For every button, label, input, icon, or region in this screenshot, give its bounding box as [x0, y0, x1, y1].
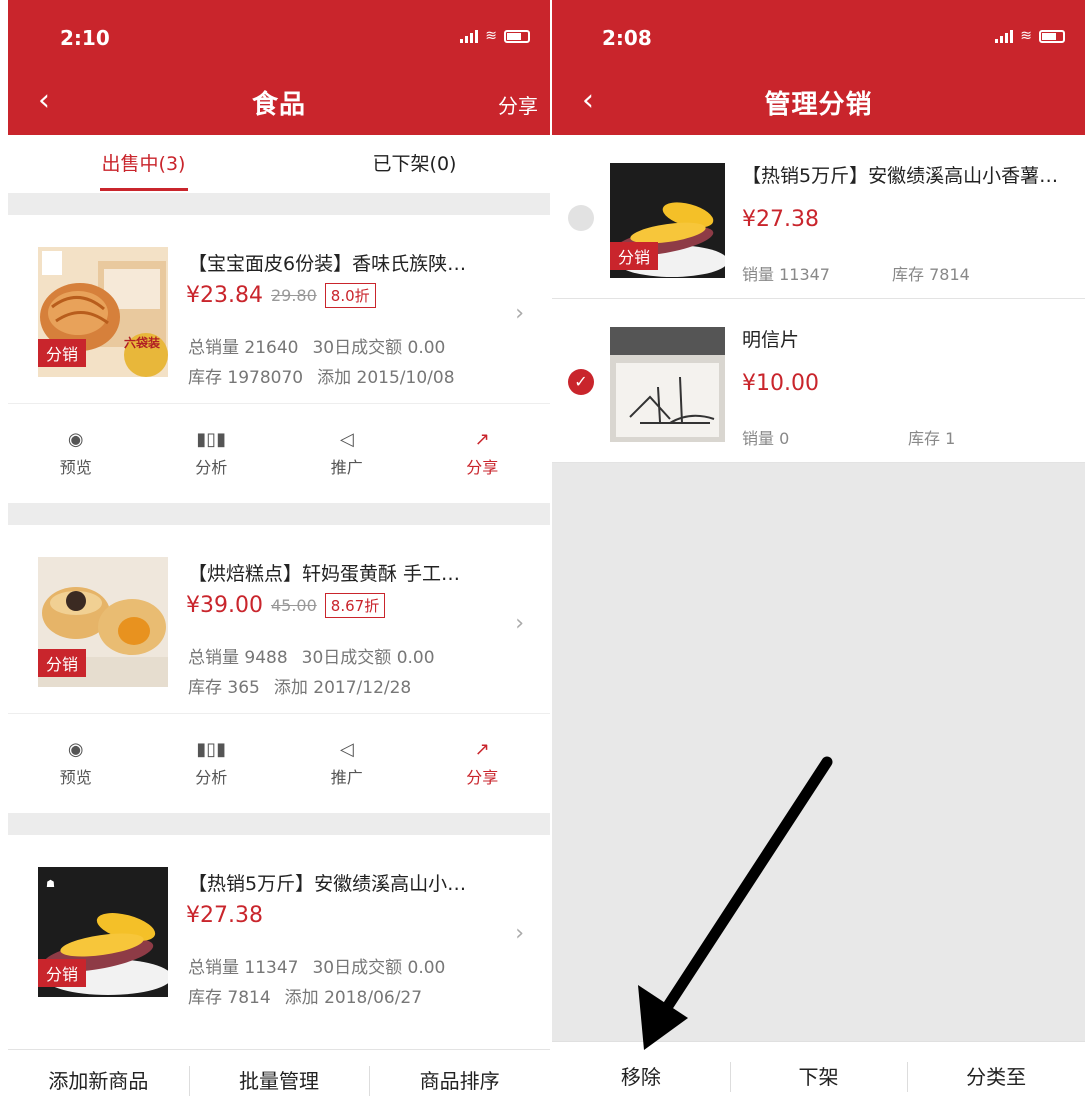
sales-line: 总销量 9488 30日成交额 0.00	[188, 643, 449, 668]
status-time: 2:10	[60, 26, 110, 50]
sales-line: 总销量 11347 30日成交额 0.00	[188, 953, 459, 978]
product-title: 【烘焙糕点】轩妈蛋黄酥 手工…	[188, 563, 461, 585]
monthly-volume: 30日成交额 0.00	[312, 958, 446, 978]
divider	[8, 193, 550, 215]
share-icon: ↗	[474, 429, 490, 450]
product-card[interactable]: 分销 【烘焙糕点】轩妈蛋黄酥 手工… ¥39.00 45.00 8.67折 总销…	[8, 525, 550, 813]
share-action-button[interactable]: ↗ 分享	[415, 714, 551, 813]
discount-badge: 8.67折	[324, 593, 386, 618]
preview-button[interactable]: ◉ 预览	[8, 404, 144, 503]
monthly-volume: 30日成交额 0.00	[301, 648, 435, 668]
chevron-right-icon[interactable]: ›	[515, 921, 524, 946]
product-price: ¥27.38	[186, 903, 263, 928]
product-thumbnail: 分销	[38, 557, 168, 687]
thumb-badge: 六袋装	[123, 336, 160, 350]
nav-header: 2:10 ≋ ‹ 食品 分享	[8, 0, 550, 135]
bar-chart-icon: ▮▯▮	[196, 429, 227, 450]
analysis-button[interactable]: ▮▯▮ 分析	[144, 714, 280, 813]
original-price: 29.80	[270, 286, 317, 305]
added-date: 添加 2015/10/08	[317, 368, 455, 388]
original-price: 45.00	[270, 596, 317, 615]
bottom-toolbar: 添加新商品 批量管理 商品排序	[8, 1049, 550, 1111]
stock: 库存 1978070	[188, 368, 304, 388]
action-bar: ◉ 预览 ▮▯▮ 分析 ◁ 推广 ↗ 分享	[8, 403, 550, 503]
monthly-volume: 30日成交额 0.00	[312, 338, 446, 358]
megaphone-icon: ◁	[339, 429, 354, 450]
action-bar: ◉ 预览 ▮▯▮ 分析 ◁ 推广 ↗ 分享	[8, 713, 550, 813]
divider	[8, 503, 550, 525]
product-thumbnail: 六袋装 分销	[38, 247, 168, 377]
discount-badge: 8.0折	[324, 283, 376, 308]
analysis-button[interactable]: ▮▯▮ 分析	[144, 404, 280, 503]
share-button[interactable]: 分享	[498, 90, 538, 119]
product-price: ¥39.00	[186, 593, 263, 618]
batch-manage-button[interactable]: 批量管理	[188, 1050, 370, 1111]
product-thumbnail: ☗ 分销	[38, 867, 168, 997]
chevron-right-icon[interactable]: ›	[515, 611, 524, 636]
status-tabs: 出售中(3) 已下架(0)	[8, 135, 550, 193]
add-product-button[interactable]: 添加新商品	[8, 1050, 189, 1111]
sort-products-button[interactable]: 商品排序	[369, 1050, 550, 1111]
price-row: ¥23.84 29.80 8.0折	[186, 283, 376, 308]
product-card[interactable]: ☗ 分销 【热销5万斤】安徽绩溪高山小… ¥27.38 总销量 11347 30日…	[8, 835, 550, 1049]
battery-icon	[504, 29, 530, 43]
distribution-tag: 分销	[38, 339, 87, 367]
sales-line: 总销量 21640 30日成交额 0.00	[188, 333, 459, 358]
product-card[interactable]: 六袋装 分销 【宝宝面皮6份装】香味氏族陕… ¥23.84 29.80 8.0折…	[8, 215, 550, 503]
added-date: 添加 2018/06/27	[284, 988, 423, 1008]
added-date: 添加 2017/12/28	[273, 678, 412, 698]
stock: 库存 365	[188, 678, 260, 698]
status-icons: ≋	[460, 28, 530, 44]
share-icon: ↗	[474, 739, 490, 760]
distribution-tag: 分销	[38, 959, 87, 987]
total-sales: 总销量 21640	[188, 338, 299, 358]
product-title: 【宝宝面皮6份装】香味氏族陕…	[188, 253, 467, 275]
stock-line: 库存 1978070 添加 2015/10/08	[188, 363, 469, 388]
tab-off-shelf[interactable]: 已下架(0)	[279, 135, 550, 193]
product-title: 【热销5万斤】安徽绩溪高山小…	[188, 873, 467, 895]
left-screen: 2:10 ≋ ‹ 食品 分享 出售中(3) 已下架(0) 六袋装 分销 【宝宝面…	[8, 0, 550, 1111]
right-screen: 2:08 ≋ ‹ 管理分销 分销 【热销5万斤】安徽绩溪高山小香薯… ¥27.3…	[552, 0, 1085, 1111]
signal-icon	[460, 29, 479, 43]
megaphone-icon: ◁	[339, 739, 354, 760]
bar-chart-icon: ▮▯▮	[196, 739, 227, 760]
preview-button[interactable]: ◉ 预览	[8, 714, 144, 813]
product-price: ¥23.84	[186, 283, 263, 308]
annotation-arrow	[638, 756, 833, 1050]
divider	[8, 813, 550, 835]
price-row: ¥27.38	[186, 903, 263, 928]
share-action-button[interactable]: ↗ 分享	[415, 404, 551, 503]
chevron-right-icon[interactable]: ›	[515, 301, 524, 326]
promote-button[interactable]: ◁ 推广	[279, 714, 415, 813]
distribution-tag: 分销	[38, 649, 87, 677]
total-sales: 总销量 9488	[188, 648, 288, 668]
svg-text:☗: ☗	[46, 879, 55, 890]
price-row: ¥39.00 45.00 8.67折	[186, 593, 386, 618]
promote-button[interactable]: ◁ 推广	[279, 404, 415, 503]
total-sales: 总销量 11347	[188, 958, 299, 978]
stock-line: 库存 365 添加 2017/12/28	[188, 673, 425, 698]
page-title: 食品	[251, 90, 306, 120]
eye-icon: ◉	[67, 739, 84, 760]
wifi-icon: ≋	[485, 28, 497, 44]
tab-on-sale[interactable]: 出售中(3)	[8, 135, 279, 193]
stock: 库存 7814	[188, 988, 271, 1008]
eye-icon: ◉	[67, 429, 84, 450]
stock-line: 库存 7814 添加 2018/06/27	[188, 983, 436, 1008]
